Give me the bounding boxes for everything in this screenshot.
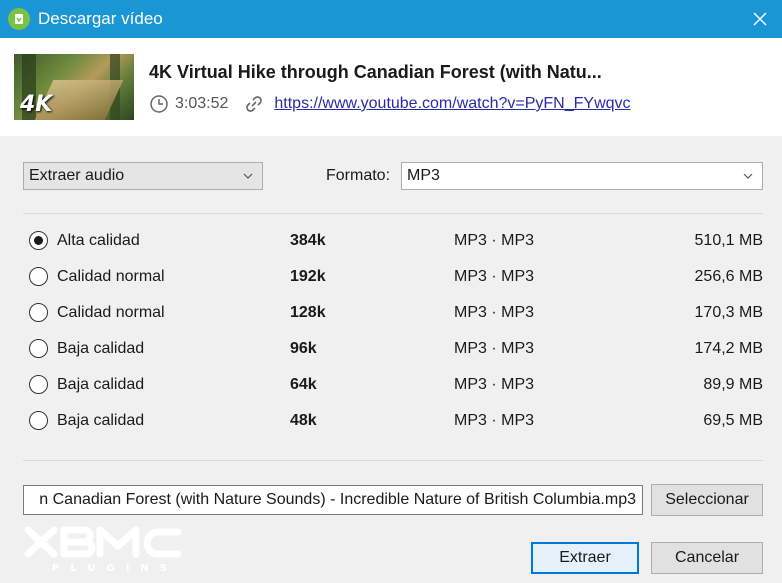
- title-bar: Descargar vídeo: [0, 0, 782, 38]
- divider: [23, 460, 763, 461]
- quality-size: 174,2 MB: [694, 340, 763, 357]
- format-label: Formato:: [326, 167, 391, 184]
- quality-bitrate: 48k: [290, 412, 317, 429]
- quality-format: MP3 · MP3: [454, 376, 535, 393]
- quality-size: 170,3 MB: [694, 304, 763, 321]
- format-dropdown[interactable]: MP3: [401, 162, 763, 190]
- quality-size: 256,6 MB: [694, 268, 763, 285]
- video-meta: 3:03:52 https://www.youtube.com/watch?v=…: [149, 94, 631, 114]
- video-url-link[interactable]: https://www.youtube.com/watch?v=PyFN_FYw…: [274, 95, 630, 113]
- quality-label: Calidad normal: [57, 268, 165, 285]
- quality-option-row[interactable]: Baja calidad 48k MP3 · MP3 69,5 MB: [0, 403, 782, 439]
- link-icon: [244, 94, 264, 114]
- quality-format: MP3 · MP3: [454, 304, 535, 321]
- quality-radio[interactable]: [29, 303, 48, 322]
- quality-label: Calidad normal: [57, 304, 165, 321]
- quality-bitrate: 192k: [290, 268, 326, 285]
- quality-radio[interactable]: [29, 339, 48, 358]
- quality-label: Alta calidad: [57, 232, 140, 249]
- close-icon: [753, 12, 767, 26]
- xbmc-plugins-watermark: PLUGINS: [24, 526, 182, 574]
- quality-radio[interactable]: [29, 375, 48, 394]
- quality-option-row[interactable]: Calidad normal 192k MP3 · MP3 256,6 MB: [0, 259, 782, 295]
- close-button[interactable]: [738, 0, 782, 38]
- select-folder-button[interactable]: Seleccionar: [651, 484, 763, 516]
- quality-size: 510,1 MB: [694, 232, 763, 249]
- quality-bitrate: 128k: [290, 304, 326, 321]
- quality-option-row[interactable]: Baja calidad 96k MP3 · MP3 174,2 MB: [0, 331, 782, 367]
- quality-label: Baja calidad: [57, 412, 145, 429]
- quality-bitrate: 384k: [290, 232, 326, 249]
- output-filename-value: n Canadian Forest (with Nature Sounds) -…: [39, 491, 636, 508]
- quality-option-row[interactable]: Alta calidad 384k MP3 · MP3 510,1 MB: [0, 223, 782, 259]
- mode-dropdown-value: Extraer audio: [29, 167, 125, 184]
- quality-format: MP3 · MP3: [454, 268, 535, 285]
- quality-format: MP3 · MP3: [454, 412, 535, 429]
- video-info-panel: 4K 4K Virtual Hike through Canadian Fore…: [0, 38, 782, 136]
- quality-format: MP3 · MP3: [454, 340, 535, 357]
- svg-text:PLUGINS: PLUGINS: [52, 563, 178, 574]
- quality-option-row[interactable]: Calidad normal 128k MP3 · MP3 170,3 MB: [0, 295, 782, 331]
- window-title: Descargar vídeo: [38, 9, 163, 28]
- quality-radio[interactable]: [29, 231, 48, 250]
- chevron-down-icon: [243, 173, 253, 179]
- quality-bitrate: 96k: [290, 340, 317, 357]
- quality-option-row[interactable]: Baja calidad 64k MP3 · MP3 89,9 MB: [0, 367, 782, 403]
- quality-radio[interactable]: [29, 267, 48, 286]
- chevron-down-icon: [743, 173, 753, 179]
- cancel-button[interactable]: Cancelar: [651, 542, 763, 574]
- quality-label: Baja calidad: [57, 376, 145, 393]
- video-title: 4K Virtual Hike through Canadian Forest …: [149, 62, 602, 82]
- output-filename-field[interactable]: n Canadian Forest (with Nature Sounds) -…: [23, 485, 643, 515]
- divider: [23, 213, 763, 214]
- mode-dropdown[interactable]: Extraer audio: [23, 162, 263, 190]
- quality-size: 89,9 MB: [703, 376, 763, 393]
- quality-label: Baja calidad: [57, 340, 145, 357]
- quality-size: 69,5 MB: [703, 412, 763, 429]
- quality-radio[interactable]: [29, 411, 48, 430]
- extract-button[interactable]: Extraer: [531, 542, 639, 574]
- format-dropdown-value: MP3: [407, 167, 440, 184]
- quality-format: MP3 · MP3: [454, 232, 535, 249]
- quality-bitrate: 64k: [290, 376, 317, 393]
- clock-icon: [149, 94, 169, 114]
- video-thumbnail: 4K: [14, 54, 134, 120]
- video-duration: 3:03:52: [175, 95, 229, 112]
- thumbnail-badge: 4K: [20, 92, 53, 117]
- app-logo-icon: [8, 8, 30, 30]
